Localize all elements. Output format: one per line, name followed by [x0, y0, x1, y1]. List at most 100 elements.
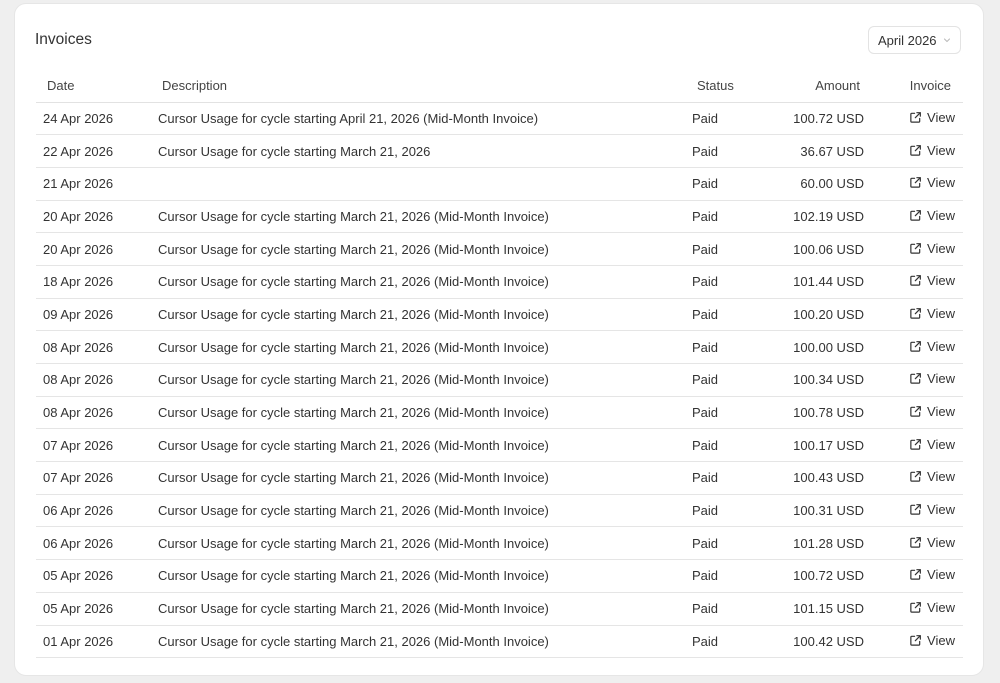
- view-invoice-link[interactable]: View: [909, 273, 955, 288]
- invoice-status: Paid: [686, 298, 756, 332]
- view-invoice-link[interactable]: View: [909, 143, 955, 158]
- view-link-label: View: [927, 142, 955, 158]
- view-link-label: View: [927, 273, 955, 289]
- table-row: 24 Apr 2026 Cursor Usage for cycle starti…: [36, 102, 963, 136]
- table-row: 22 Apr 2026 Cursor Usage for cycle starti…: [36, 134, 963, 168]
- invoice-date: 06 Apr 2026: [36, 526, 152, 561]
- view-invoice-link[interactable]: View: [909, 633, 955, 648]
- invoice-cell: View: [868, 330, 963, 364]
- view-link-label: View: [927, 305, 955, 321]
- table-row: 21 Apr 2026 Paid 60.00 USD View: [36, 167, 963, 201]
- view-invoice-link[interactable]: View: [909, 306, 955, 321]
- external-link-icon: [910, 111, 921, 123]
- invoice-description: Cursor Usage for cycle starting March 21…: [152, 265, 686, 299]
- invoice-date: 07 Apr 2026: [36, 461, 152, 495]
- view-link-label: View: [927, 338, 955, 354]
- view-invoice-link[interactable]: View: [909, 339, 955, 354]
- external-link-icon: [910, 144, 921, 156]
- invoice-status: Paid: [686, 592, 756, 626]
- external-link-icon: [910, 209, 921, 221]
- invoice-description: Cursor Usage for cycle starting March 21…: [152, 428, 686, 463]
- external-link-icon: [910, 373, 921, 385]
- invoice-status: Paid: [686, 167, 756, 201]
- invoice-date: 21 Apr 2026: [36, 167, 152, 201]
- invoice-description: Cursor Usage for cycle starting March 21…: [152, 298, 686, 332]
- view-invoice-link[interactable]: View: [909, 371, 955, 386]
- invoice-cell: View: [868, 265, 963, 299]
- invoice-date: 20 Apr 2026: [36, 200, 152, 234]
- view-link-label: View: [927, 371, 955, 387]
- invoice-cell: View: [868, 134, 963, 168]
- view-invoice-link[interactable]: View: [909, 404, 955, 419]
- view-invoice-link[interactable]: View: [909, 110, 955, 125]
- invoices-table: Date Description Status Amount Invoice 2…: [36, 70, 963, 659]
- invoice-status: Paid: [686, 428, 756, 463]
- table-row: 09 Apr 2026 Cursor Usage for cycle starti…: [36, 298, 963, 332]
- invoice-amount: 100.06 USD: [756, 232, 868, 266]
- external-link-icon: [910, 504, 921, 515]
- view-link-label: View: [927, 469, 955, 485]
- invoice-description: [152, 167, 686, 201]
- view-link-label: View: [927, 600, 955, 616]
- column-header-invoice[interactable]: Invoice: [868, 70, 963, 103]
- invoice-cell: View: [868, 363, 963, 397]
- view-link-label: View: [927, 436, 955, 452]
- invoice-description: Cursor Usage for cycle starting March 21…: [152, 200, 686, 234]
- column-header-date[interactable]: Date: [36, 70, 152, 103]
- table-row: 08 Apr 2026 Cursor Usage for cycle starti…: [36, 396, 963, 430]
- chevron-down-icon: [943, 38, 951, 43]
- invoice-cell: View: [868, 232, 963, 266]
- view-invoice-link[interactable]: View: [909, 437, 955, 452]
- column-header-amount[interactable]: Amount: [756, 70, 868, 103]
- column-header-description[interactable]: Description: [152, 70, 686, 103]
- invoice-amount: 36.67 USD: [756, 134, 868, 168]
- invoice-amount: 60.00 USD: [756, 167, 868, 201]
- view-invoice-link[interactable]: View: [909, 567, 955, 582]
- table-row: 07 Apr 2026 Cursor Usage for cycle starti…: [36, 461, 963, 495]
- table-row: 01 Apr 2026 Cursor Usage for cycle starti…: [36, 625, 963, 659]
- invoice-status: Paid: [686, 526, 756, 561]
- table-row: 06 Apr 2026 Cursor Usage for cycle starti…: [36, 494, 963, 528]
- invoice-cell: View: [868, 526, 963, 561]
- external-link-icon: [910, 308, 921, 319]
- external-link-icon: [910, 602, 921, 613]
- invoice-amount: 100.42 USD: [756, 625, 868, 659]
- view-invoice-link[interactable]: View: [909, 208, 955, 223]
- invoice-amount: 102.19 USD: [756, 200, 868, 234]
- invoice-amount: 101.15 USD: [756, 592, 868, 626]
- invoice-date: 08 Apr 2026: [36, 363, 152, 397]
- view-invoice-link[interactable]: View: [909, 469, 955, 484]
- invoice-description: Cursor Usage for cycle starting March 21…: [152, 363, 686, 397]
- invoice-cell: View: [868, 494, 963, 528]
- invoice-amount: 100.72 USD: [756, 559, 868, 593]
- invoice-date: 01 Apr 2026: [36, 625, 152, 659]
- invoice-cell: View: [868, 592, 963, 626]
- external-link-icon: [910, 471, 921, 483]
- view-invoice-link[interactable]: View: [909, 502, 955, 517]
- month-select[interactable]: April 2026: [868, 26, 961, 54]
- invoice-status: Paid: [686, 461, 756, 495]
- view-invoice-link[interactable]: View: [909, 241, 955, 256]
- column-header-status[interactable]: Status: [686, 70, 756, 103]
- invoice-amount: 100.72 USD: [756, 102, 868, 136]
- external-link-icon: [910, 634, 921, 646]
- invoice-cell: View: [868, 396, 963, 430]
- external-link-icon: [910, 340, 921, 352]
- invoice-description: Cursor Usage for cycle starting March 21…: [152, 559, 686, 593]
- invoice-description: Cursor Usage for cycle starting March 21…: [152, 526, 686, 561]
- invoice-description: Cursor Usage for cycle starting March 21…: [152, 396, 686, 430]
- invoice-description: Cursor Usage for cycle starting March 21…: [152, 625, 686, 659]
- invoice-cell: View: [868, 167, 963, 201]
- invoice-amount: 101.28 USD: [756, 526, 868, 561]
- table-row: 08 Apr 2026 Cursor Usage for cycle starti…: [36, 330, 963, 364]
- invoice-cell: View: [868, 102, 963, 136]
- invoice-status: Paid: [686, 396, 756, 430]
- view-link-label: View: [927, 404, 955, 420]
- view-invoice-link[interactable]: View: [909, 600, 955, 615]
- invoice-status: Paid: [686, 232, 756, 266]
- view-invoice-link[interactable]: View: [909, 175, 955, 190]
- view-link-label: View: [927, 534, 955, 550]
- invoice-date: 18 Apr 2026: [36, 265, 152, 299]
- view-link-label: View: [927, 175, 955, 191]
- view-invoice-link[interactable]: View: [909, 535, 955, 550]
